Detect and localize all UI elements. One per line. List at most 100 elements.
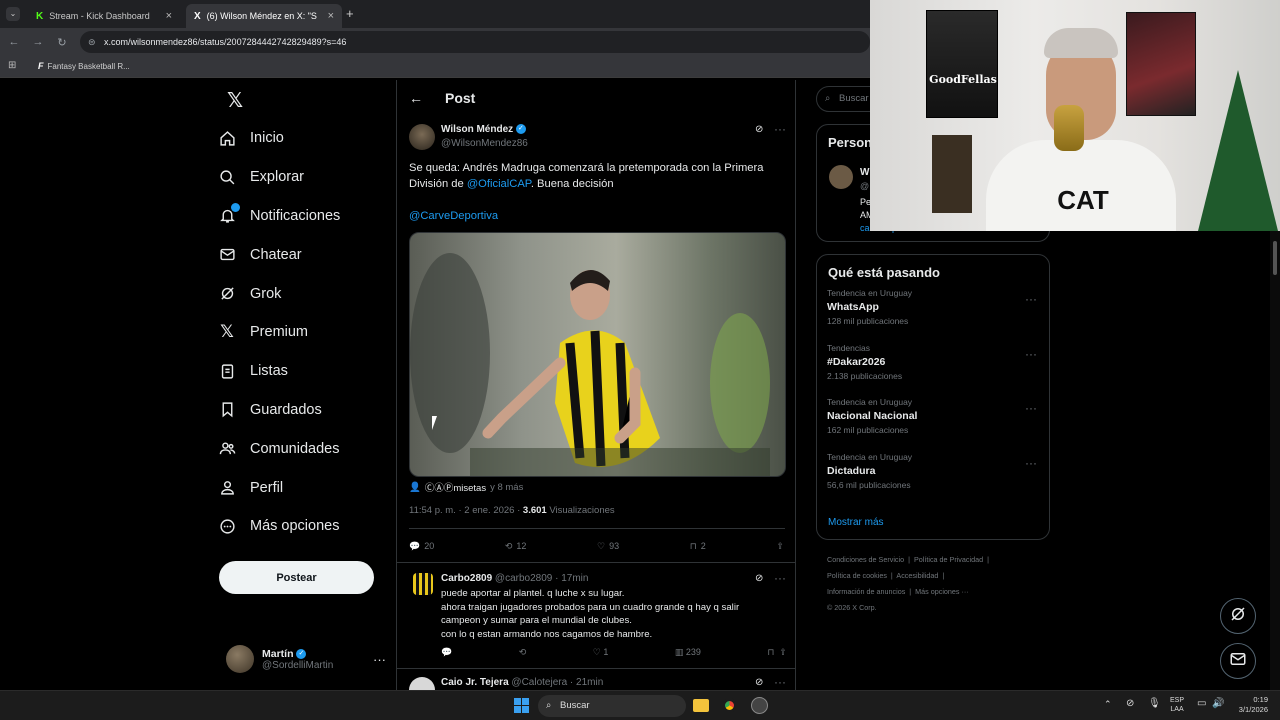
bookmark-icon: [218, 401, 236, 419]
suggest-name[interactable]: W: [860, 167, 869, 178]
author-handle[interactable]: @WilsonMendez86: [441, 138, 528, 149]
sidebar-item-explorar[interactable]: Explorar: [218, 158, 398, 197]
sidebar-item-mas-opciones[interactable]: Más opciones: [218, 507, 398, 546]
chrome-icon[interactable]: [722, 698, 737, 713]
reply-author-name[interactable]: Caio Jr. Tejera: [441, 677, 509, 688]
taskbar-search-label: Buscar: [560, 700, 590, 711]
more-dots-icon[interactable]: ···: [774, 675, 786, 689]
microphone-icon[interactable]: 🎙: [1148, 698, 1161, 709]
footer-link[interactable]: Accesibilidad: [896, 571, 938, 580]
clock-date: 3/1/2026: [1238, 705, 1268, 714]
suggest-avatar[interactable]: [829, 165, 853, 189]
display-icon[interactable]: ▭: [1197, 698, 1206, 709]
repost-icon[interactable]: ⟲: [519, 647, 527, 658]
bookmark-fantasy[interactable]: F Fantasy Basketball R...: [38, 61, 130, 71]
grok-icon[interactable]: ⊘: [755, 124, 763, 135]
network-icon[interactable]: ⊘: [1126, 698, 1134, 709]
reply-button[interactable]: 💬 20: [409, 541, 434, 552]
post-button[interactable]: Postear: [219, 561, 374, 594]
tab-list-button[interactable]: ⌄: [6, 7, 20, 21]
taskbar-search[interactable]: ⌕ Buscar: [538, 695, 686, 717]
show-more-link[interactable]: Mostrar más: [828, 517, 884, 528]
grok-icon[interactable]: ⊘: [755, 677, 763, 688]
more-dots-icon[interactable]: ···: [774, 571, 786, 585]
more-dots-icon[interactable]: ···: [1025, 347, 1037, 361]
more-dots-icon[interactable]: ···: [1025, 456, 1037, 470]
page-title: Post: [445, 90, 476, 106]
sidebar-item-chatear[interactable]: Chatear: [218, 235, 398, 274]
back-arrow-icon[interactable]: ←: [409, 90, 423, 106]
sidebar-item-listas[interactable]: Listas: [218, 352, 398, 391]
language-indicator[interactable]: ESP LAA: [1170, 696, 1184, 714]
post-time[interactable]: 11:54 p. m. · 2 ene. 2026 ·: [409, 505, 520, 516]
grok-icon[interactable]: ⊘: [755, 573, 763, 584]
obs-icon[interactable]: [751, 697, 768, 714]
sidebar-item-premium[interactable]: 𝕏 Premium: [218, 313, 398, 352]
account-switcher[interactable]: Martín ✓ @SordelliMartin ···: [226, 644, 386, 674]
file-explorer-icon[interactable]: [693, 699, 709, 712]
sidebar-item-grok[interactable]: Grok: [218, 274, 398, 313]
tab-x-post[interactable]: X (6) Wilson Méndez en X: "Se qu ×: [186, 4, 342, 28]
more-dots-icon[interactable]: ···: [373, 652, 386, 667]
tray-chevron-icon[interactable]: ⌃: [1104, 699, 1112, 710]
search-icon: ⌕: [546, 700, 552, 711]
footer-link[interactable]: Más opciones ···: [915, 587, 969, 596]
apps-grid-icon[interactable]: ⊞: [8, 60, 16, 71]
reply-tweet[interactable]: Caio Jr. Tejera @Calotejera · 21min ⊘ ··…: [397, 668, 795, 690]
footer-link[interactable]: Política de Privacidad: [914, 555, 983, 564]
more-dots-icon[interactable]: ···: [774, 122, 786, 136]
trend-item[interactable]: Tendencia en Uruguay Dictadura 56,6 mil …: [817, 452, 1049, 507]
sidebar-item-guardados[interactable]: Guardados: [218, 391, 398, 430]
more-dots-icon[interactable]: ···: [1025, 401, 1037, 415]
repost-button[interactable]: ⟲ 12: [505, 541, 527, 552]
volume-icon[interactable]: 🔊: [1212, 698, 1224, 709]
messages-fab-button[interactable]: [1220, 643, 1256, 679]
tagged-users[interactable]: 👤 ⒸⒶⓅmisetas y 8 más: [409, 480, 523, 495]
close-tab-icon[interactable]: ×: [166, 10, 172, 22]
forward-icon[interactable]: →: [26, 36, 50, 48]
reply-author-name[interactable]: Carbo2809: [441, 573, 492, 584]
more-dots-icon[interactable]: ···: [1025, 292, 1037, 306]
windows-start-icon[interactable]: [514, 698, 529, 713]
page-scrollbar[interactable]: [1270, 231, 1280, 690]
site-info-icon[interactable]: ⊜: [88, 31, 96, 53]
bookmark-icon[interactable]: ⊓ ⇪: [767, 647, 787, 658]
mention-link[interactable]: @CarveDeportiva: [409, 210, 498, 222]
sidebar-item-inicio[interactable]: Inicio: [218, 119, 398, 158]
sidebar-item-label: Explorar: [250, 169, 304, 186]
sidebar-item-notificaciones[interactable]: Notificaciones: [218, 197, 398, 236]
trend-item[interactable]: Tendencia en Uruguay Nacional Nacional 1…: [817, 397, 1049, 452]
like-button[interactable]: ♡ 1: [593, 647, 609, 658]
clock[interactable]: 0:19 3/1/2026: [1230, 695, 1268, 715]
reload-icon[interactable]: ↻: [50, 36, 74, 49]
close-tab-icon[interactable]: ×: [328, 10, 334, 22]
share-button[interactable]: ⇪: [776, 541, 784, 552]
x-logo-icon[interactable]: 𝕏: [227, 88, 243, 113]
reply-avatar[interactable]: [413, 573, 433, 595]
mention-link[interactable]: @OficialCAP: [467, 178, 531, 190]
trend-item[interactable]: Tendencia en Uruguay WhatsApp 128 mil pu…: [817, 288, 1049, 343]
footer-link[interactable]: Información de anuncios: [827, 587, 905, 596]
author-name-row[interactable]: Wilson Méndez ✓: [441, 124, 526, 135]
post-image[interactable]: [409, 232, 786, 477]
bell-icon: [218, 202, 240, 225]
bookmark-button[interactable]: ⊓ 2: [690, 541, 706, 552]
author-avatar[interactable]: [409, 124, 435, 150]
footer-link[interactable]: Política de cookies: [827, 571, 887, 580]
back-icon[interactable]: ←: [2, 36, 26, 48]
new-tab-button[interactable]: +: [346, 6, 354, 21]
mail-icon: [1229, 650, 1247, 673]
verified-icon: ✓: [515, 124, 526, 135]
footer-link[interactable]: Condiciones de Servicio: [827, 555, 904, 564]
grok-fab-button[interactable]: [1220, 598, 1256, 634]
views-button[interactable]: ▥ 239: [675, 647, 701, 658]
like-button[interactable]: ♡ 93: [597, 541, 619, 552]
url-field[interactable]: ⊜ x.com/wilsonmendez86/status/2007284442…: [80, 31, 870, 53]
trend-item[interactable]: Tendencias #Dakar2026 2.138 publicacione…: [817, 343, 1049, 398]
sidebar-item-perfil[interactable]: Perfil: [218, 468, 398, 507]
sidebar-item-comunidades[interactable]: Comunidades: [218, 429, 398, 468]
reply-icon[interactable]: 💬: [441, 647, 452, 658]
reply-tweet[interactable]: Carbo2809 @carbo2809 · 17min ⊘ ··· puede…: [397, 562, 795, 668]
tab-kick-dashboard[interactable]: K Stream - Kick Dashboard ×: [28, 4, 180, 28]
reply-avatar[interactable]: [409, 677, 435, 690]
